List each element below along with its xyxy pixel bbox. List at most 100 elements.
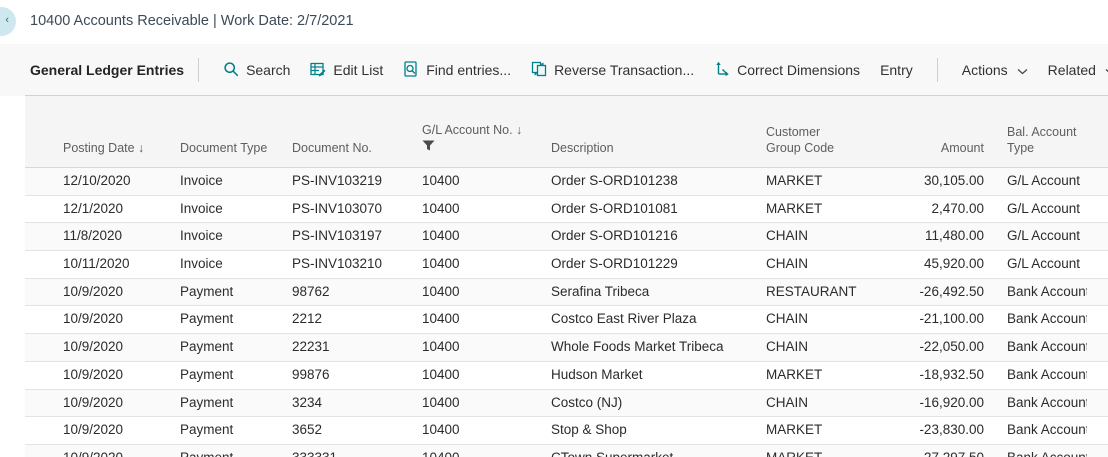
cell-document_type[interactable]: Invoice [180,168,292,195]
cell-document_no[interactable]: PS-INV103219 [292,168,422,195]
cell-posting_date[interactable]: 10/9/2020 [25,279,180,306]
cell-posting_date[interactable]: 12/10/2020 [25,168,180,195]
table-row[interactable]: 12/10/2020 Invoice PS-INV103219 10400 Order … [25,168,1108,196]
cell-description[interactable]: Order S-ORD101229 [551,251,766,278]
cell-gl_account_no[interactable]: 10400 [422,223,551,250]
cell-document_type[interactable]: Payment [180,306,292,333]
cell-amount[interactable]: -21,100.00 [892,306,990,333]
cell-amount[interactable]: -16,920.00 [892,390,990,417]
cell-bal_account[interactable]: Bank Account [990,306,1087,333]
cell-gl_account_no[interactable]: 10400 [422,168,551,195]
cell-document_no[interactable]: PS-INV103070 [292,196,422,223]
cell-amount[interactable]: 11,480.00 [892,223,990,250]
cell-posting_date[interactable]: 10/9/2020 [25,445,180,457]
cell-amount[interactable]: -27,297.50 [892,445,990,457]
cell-customer_group[interactable]: MARKET [766,168,892,195]
cell-document_type[interactable]: Payment [180,279,292,306]
cell-bal_account[interactable]: G/L Account [990,168,1087,195]
cell-document_no[interactable]: 3652 [292,417,422,444]
cell-document_no[interactable]: 22231 [292,334,422,361]
cell-posting_date[interactable]: 10/9/2020 [25,362,180,389]
cell-gl_account_no[interactable]: 10400 [422,279,551,306]
cell-description[interactable]: Costco East River Plaza [551,306,766,333]
cell-amount[interactable]: -22,050.00 [892,334,990,361]
table-row[interactable]: 11/8/2020 Invoice PS-INV103197 10400 Order S… [25,223,1108,252]
cell-customer_group[interactable]: MARKET [766,445,892,457]
cell-description[interactable]: Order S-ORD101081 [551,196,766,223]
cell-bal_account[interactable]: G/L Account [990,196,1087,223]
back-button[interactable]: ‹ [0,7,16,36]
cell-customer_group[interactable]: CHAIN [766,334,892,361]
cell-document_no[interactable]: 99876 [292,362,422,389]
table-row[interactable]: 10/9/2020 Payment 22231 10400 Whole Foods Ma… [25,334,1108,362]
cell-gl_account_no[interactable]: 10400 [422,251,551,278]
cell-amount[interactable]: -18,932.50 [892,362,990,389]
cell-amount[interactable]: -23,830.00 [892,417,990,444]
correct-dimensions-button[interactable]: Correct Dimensions [704,55,870,86]
column-header-document_no[interactable]: Document No. [292,96,422,167]
cell-customer_group[interactable]: CHAIN [766,251,892,278]
search-button[interactable]: Search [213,55,300,86]
cell-customer_group[interactable]: CHAIN [766,390,892,417]
cell-description[interactable]: CTown Supermarket [551,445,766,457]
table-row[interactable]: 10/11/2020 Invoice PS-INV103210 10400 Order … [25,251,1108,279]
actions-menu-button[interactable]: Actions [952,56,1038,84]
column-header-description[interactable]: Description [551,96,766,167]
cell-document_type[interactable]: Payment [180,445,292,457]
column-header-customer_group[interactable]: Customer Group Code [766,96,892,167]
column-header-bal_account[interactable]: Bal. Account Type [990,96,1087,167]
column-header-amount[interactable]: Amount [892,96,990,167]
cell-customer_group[interactable]: RESTAURANT [766,279,892,306]
cell-posting_date[interactable]: 11/8/2020 [25,223,180,250]
cell-posting_date[interactable]: 10/11/2020 [25,251,180,278]
cell-amount[interactable]: 2,470.00 [892,196,990,223]
cell-gl_account_no[interactable]: 10400 [422,445,551,457]
cell-bal_account[interactable]: Bank Account [990,390,1087,417]
cell-customer_group[interactable]: MARKET [766,362,892,389]
find-entries-button[interactable]: Find entries... [393,55,521,86]
table-row[interactable]: 10/9/2020Payment33333110400CTown Superma… [25,444,1108,457]
cell-document_type[interactable]: Payment [180,362,292,389]
reverse-transaction-button[interactable]: Reverse Transaction... [521,55,704,86]
cell-document_type[interactable]: Payment [180,334,292,361]
entry-menu-button[interactable]: Entry [870,56,923,84]
cell-document_type[interactable]: Invoice [180,196,292,223]
cell-description[interactable]: Hudson Market [551,362,766,389]
cell-description[interactable]: Costco (NJ) [551,390,766,417]
cell-amount[interactable]: 30,105.00 [892,168,990,195]
cell-document_type[interactable]: Payment [180,390,292,417]
cell-gl_account_no[interactable]: 10400 [422,417,551,444]
edit-list-button[interactable]: Edit List [300,55,393,86]
cell-amount[interactable]: 45,920.00 [892,251,990,278]
cell-document_type[interactable]: Invoice [180,251,292,278]
cell-gl_account_no[interactable]: 10400 [422,196,551,223]
cell-customer_group[interactable]: MARKET [766,196,892,223]
cell-posting_date[interactable]: 10/9/2020 [25,417,180,444]
column-header-document_type[interactable]: Document Type [180,96,292,167]
cell-gl_account_no[interactable]: 10400 [422,334,551,361]
cell-amount[interactable]: -26,492.50 [892,279,990,306]
cell-document_no[interactable]: PS-INV103210 [292,251,422,278]
cell-description[interactable]: Order S-ORD101216 [551,223,766,250]
column-header-gl_account_no[interactable]: G/L Account No. ↓ [422,96,551,167]
table-row[interactable]: 12/1/2020 Invoice PS-INV103070 10400 Order S… [25,195,1108,224]
cell-document_type[interactable]: Payment [180,417,292,444]
table-row[interactable]: 10/9/2020 Payment 98762 10400 Serafina Tribe… [25,278,1108,307]
table-row[interactable]: 10/9/2020 Payment 3652 10400 Stop & Shop MARK… [25,417,1108,445]
table-row[interactable]: 10/9/2020 Payment 2212 10400 Costco East Riv… [25,306,1108,335]
cell-document_no[interactable]: 98762 [292,279,422,306]
cell-bal_account[interactable]: Bank Account [990,279,1087,306]
related-menu-button[interactable]: Related [1038,56,1108,84]
cell-gl_account_no[interactable]: 10400 [422,306,551,333]
cell-bal_account[interactable]: Bank Account [990,334,1087,361]
cell-customer_group[interactable]: MARKET [766,417,892,444]
cell-gl_account_no[interactable]: 10400 [422,362,551,389]
cell-document_no[interactable]: PS-INV103197 [292,223,422,250]
cell-document_no[interactable]: 333331 [292,445,422,457]
cell-posting_date[interactable]: 10/9/2020 [25,390,180,417]
table-row[interactable]: 10/9/2020 Payment 99876 10400 Hudson Market M… [25,361,1108,390]
cell-document_type[interactable]: Invoice [180,223,292,250]
cell-description[interactable]: Serafina Tribeca [551,279,766,306]
cell-bal_account[interactable]: Bank Account [990,362,1087,389]
cell-bal_account[interactable]: G/L Account [990,251,1087,278]
